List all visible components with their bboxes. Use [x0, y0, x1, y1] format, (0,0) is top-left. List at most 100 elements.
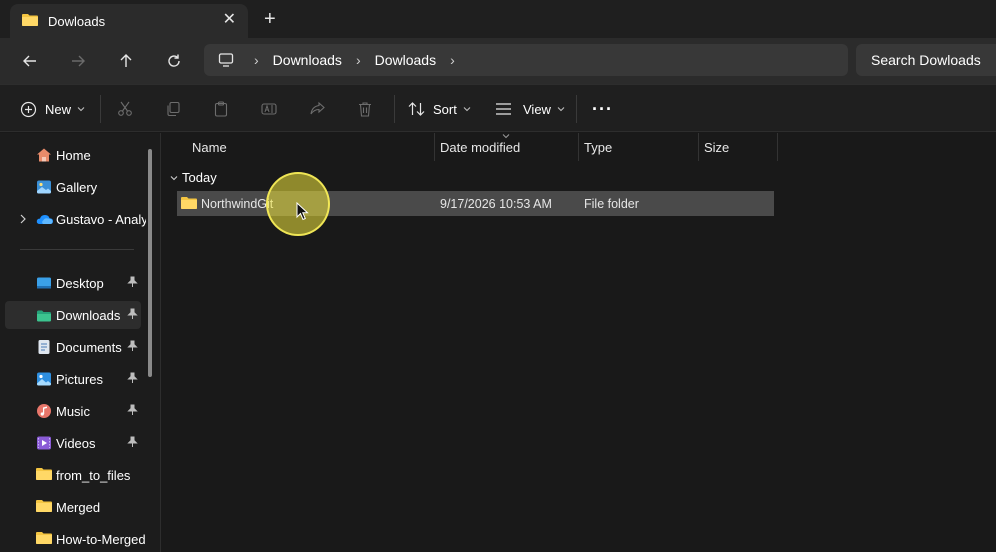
pin-icon[interactable]	[127, 372, 138, 387]
breadcrumb-downloads[interactable]: Downloads	[273, 52, 342, 68]
pin-icon[interactable]	[127, 436, 138, 451]
pin-icon[interactable]	[127, 404, 138, 419]
sort-button[interactable]: Sort	[408, 85, 471, 133]
copy-button[interactable]	[165, 85, 181, 133]
column-divider[interactable]	[698, 133, 699, 161]
column-header-size[interactable]: Size	[704, 133, 729, 161]
divider	[576, 95, 577, 123]
tab-title: Dowloads	[48, 13, 106, 29]
folder-icon	[181, 196, 197, 213]
delete-button[interactable]	[357, 85, 373, 133]
chevron-right-icon[interactable]: ›	[254, 52, 259, 68]
tab-downloads[interactable]: Dowloads ✕	[10, 4, 248, 38]
navigation-bar: › Downloads › Dowloads › Search Dowloads	[0, 38, 996, 84]
sidebar-item-merged[interactable]: Merged	[5, 493, 141, 521]
sidebar-label: Merged	[56, 500, 101, 515]
sidebar-item-how-to-merged[interactable]: How-to-Merged	[5, 525, 146, 552]
up-button[interactable]	[115, 50, 137, 72]
sidebar-item-gallery[interactable]: Gallery	[5, 173, 141, 201]
group-label: Today	[182, 170, 217, 185]
sidebar-item-home[interactable]: Home	[5, 141, 141, 169]
more-options-button[interactable]: ···	[592, 85, 613, 133]
column-header-type[interactable]: Type	[584, 133, 612, 161]
chevron-down-icon	[557, 107, 565, 112]
sidebar-item-downloads[interactable]: Downloads	[5, 301, 141, 329]
refresh-button[interactable]	[163, 50, 185, 72]
new-button[interactable]: New	[20, 85, 85, 133]
sidebar-scrollbar[interactable]	[148, 149, 152, 377]
sidebar-label: Gallery	[56, 180, 98, 195]
sort-indicator-icon	[502, 134, 510, 139]
column-divider[interactable]	[578, 133, 579, 161]
cut-button[interactable]	[117, 85, 133, 133]
sidebar-item-desktop[interactable]: Desktop	[5, 269, 141, 297]
gallery-icon	[36, 179, 52, 195]
close-tab-button[interactable]: ✕	[223, 12, 236, 28]
sidebar-item-pictures[interactable]: Pictures	[5, 365, 141, 393]
forward-button[interactable]	[67, 50, 89, 72]
command-bar: New Sort View ···	[0, 84, 996, 132]
rename-button[interactable]	[261, 85, 277, 133]
pin-icon[interactable]	[127, 276, 138, 291]
chevron-right-icon[interactable]	[19, 212, 27, 227]
divider	[100, 95, 101, 123]
sort-label: Sort	[433, 101, 457, 117]
sidebar-item-videos[interactable]: Videos	[5, 429, 141, 457]
folder-icon	[36, 467, 52, 483]
sort-icon	[408, 102, 425, 116]
sidebar-item-music[interactable]: Music	[5, 397, 141, 425]
videos-icon	[36, 435, 52, 451]
sidebar-label: Documents	[56, 340, 122, 355]
scissors-icon	[118, 101, 132, 116]
column-divider[interactable]	[777, 133, 778, 161]
clipboard-icon	[214, 101, 228, 117]
pin-icon[interactable]	[127, 308, 138, 323]
downloads-icon	[36, 307, 52, 323]
sidebar-label: How-to-Merged	[56, 532, 146, 547]
this-pc-icon[interactable]	[218, 52, 234, 68]
chevron-down-icon	[170, 175, 178, 180]
address-bar[interactable]: › Downloads › Dowloads ›	[204, 44, 848, 76]
folder-icon	[22, 13, 38, 30]
breadcrumb-dowloads[interactable]: Dowloads	[375, 52, 436, 68]
desktop-icon	[36, 275, 52, 291]
back-button[interactable]	[19, 50, 41, 72]
sidebar-item-documents[interactable]: Documents	[5, 333, 141, 361]
search-input[interactable]: Search Dowloads	[856, 44, 996, 76]
column-header-name[interactable]: Name	[192, 133, 227, 161]
navigation-pane: Home Gallery Gustavo - Analyt Desktop Do…	[0, 133, 161, 552]
pictures-icon	[36, 371, 52, 387]
copy-icon	[167, 101, 180, 117]
group-header-today[interactable]: Today	[170, 170, 217, 185]
folder-icon	[36, 499, 52, 515]
chevron-right-icon[interactable]: ›	[356, 52, 361, 68]
share-icon	[310, 101, 325, 115]
divider	[394, 95, 395, 123]
plus-circle-icon	[20, 101, 37, 117]
file-name[interactable]: NorthwindGit	[201, 197, 273, 211]
sidebar-label: from_to_files	[56, 468, 131, 483]
sidebar-label: Desktop	[56, 276, 104, 291]
paste-button[interactable]	[213, 85, 229, 133]
pin-icon[interactable]	[127, 340, 138, 355]
sidebar-item-from-to-files[interactable]: from_to_files	[5, 461, 141, 489]
sidebar-label: Videos	[56, 436, 96, 451]
view-list-icon	[496, 103, 511, 115]
arrow-right-icon	[72, 55, 85, 67]
column-divider[interactable]	[434, 133, 435, 161]
view-label: View	[523, 101, 551, 117]
sidebar-label: Downloads	[56, 308, 121, 323]
share-button[interactable]	[309, 85, 325, 133]
file-date: 9/17/2026 10:53 AM	[440, 197, 552, 211]
sidebar-label: Pictures	[56, 372, 103, 387]
new-tab-button[interactable]: +	[264, 9, 276, 29]
sidebar-label: Gustavo - Analyt	[56, 212, 146, 227]
trash-icon	[359, 102, 371, 117]
chevron-down-icon	[463, 107, 471, 112]
home-icon	[36, 147, 52, 163]
title-bar: Dowloads ✕ +	[0, 0, 996, 38]
onedrive-icon	[36, 211, 53, 227]
view-button[interactable]: View	[495, 85, 565, 133]
sidebar-item-onedrive[interactable]: Gustavo - Analyt	[5, 205, 146, 233]
chevron-right-icon[interactable]: ›	[450, 52, 455, 68]
